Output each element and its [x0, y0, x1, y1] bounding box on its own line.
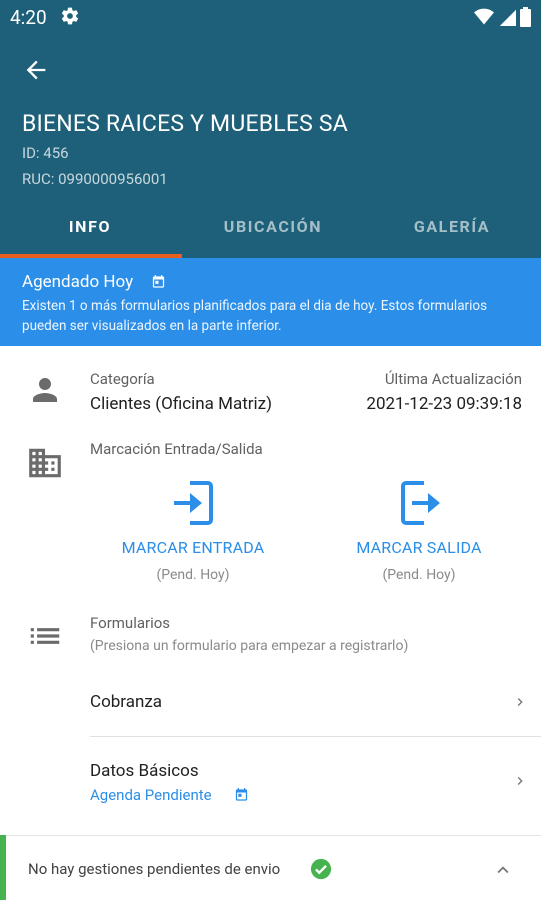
form-item-datos-basicos[interactable]	[0, 737, 541, 833]
banner-title: Agendado Hoy	[22, 272, 134, 292]
check-circle-icon	[310, 858, 332, 880]
check-out-status: (Pend. Hoy)	[382, 567, 456, 583]
chevron-right-icon	[517, 777, 523, 785]
forms-title: Formularios	[90, 614, 171, 632]
category-value: Clientes (Oficina Matriz)	[90, 394, 273, 414]
battery-icon	[520, 7, 531, 27]
calendar-icon	[235, 788, 248, 801]
person-icon	[33, 378, 57, 402]
company-ruc: RUC: 0990000956001	[22, 170, 168, 188]
tab-bar: INFO UBICACIÓN GALERÍA	[0, 204, 541, 258]
calendar-icon	[152, 275, 165, 288]
pending-sync-text: No hay gestiones pendientes de envio	[28, 860, 281, 878]
tab-info[interactable]: INFO	[0, 204, 180, 258]
check-in-status: (Pend. Hoy)	[156, 567, 230, 583]
last-update-label: Última Actualización	[384, 370, 522, 388]
building-icon	[29, 448, 61, 478]
banner-text: Existen 1 o más formularios planificados…	[22, 298, 488, 334]
forms-hint: (Presiona un formulario para empezar a r…	[90, 638, 409, 654]
form-item-sub: Agenda Pendiente	[90, 786, 212, 804]
form-item-cobranza[interactable]	[0, 670, 541, 736]
last-update-value: 2021-12-23 09:39:18	[366, 394, 522, 414]
tab-ubicacion[interactable]: UBICACIÓN	[183, 204, 363, 258]
check-out-button[interactable]: MARCAR SALIDA	[318, 538, 520, 557]
login-icon[interactable]	[172, 480, 214, 526]
status-accent	[0, 835, 6, 900]
status-bar: 4:20	[0, 0, 541, 36]
chevron-right-icon	[517, 698, 523, 706]
category-label: Categoría	[90, 370, 155, 388]
status-time: 4:20	[10, 6, 47, 29]
attendance-label: Marcación Entrada/Salida	[90, 440, 263, 458]
company-name: BIENES RAICES Y MUEBLES SA	[22, 110, 348, 137]
signal-icon	[499, 9, 516, 26]
form-item-label: Cobranza	[90, 692, 163, 712]
check-in-button[interactable]: MARCAR ENTRADA	[92, 538, 294, 557]
chevron-up-icon[interactable]	[492, 859, 514, 881]
status-icons	[474, 7, 531, 27]
gear-icon	[61, 7, 79, 25]
list-icon	[30, 628, 60, 644]
logout-icon[interactable]	[398, 480, 442, 526]
form-item-label: Datos Básicos	[90, 761, 199, 781]
tab-galeria[interactable]: GALERÍA	[362, 204, 541, 258]
back-arrow-icon[interactable]	[22, 56, 50, 84]
wifi-icon	[474, 8, 494, 25]
company-id: ID: 456	[22, 144, 69, 162]
